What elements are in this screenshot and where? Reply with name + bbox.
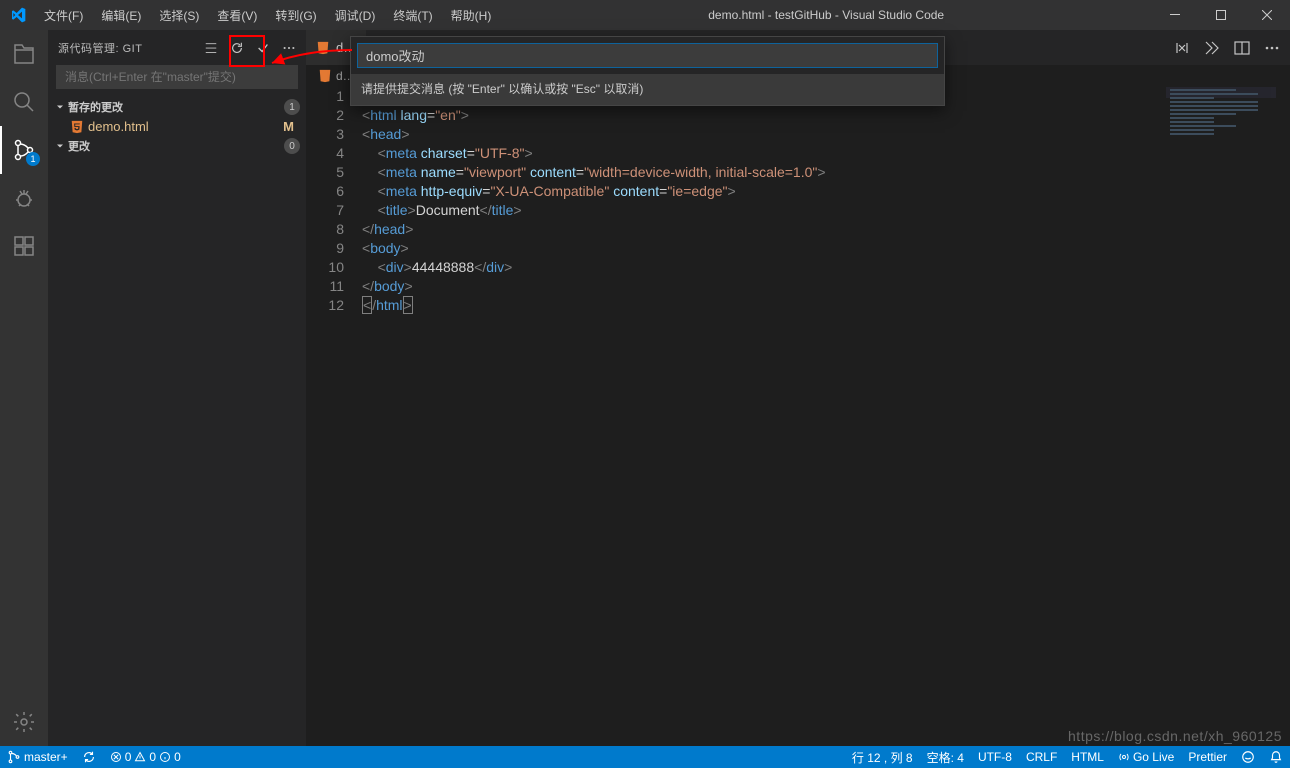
status-feedback-icon[interactable] xyxy=(1234,746,1262,768)
scm-title: 源代码管理: GIT xyxy=(58,40,204,56)
scm-badge: 1 xyxy=(26,152,40,166)
status-eol[interactable]: CRLF xyxy=(1019,746,1064,768)
more-actions-icon[interactable] xyxy=(1264,40,1280,56)
status-ln-col[interactable]: 行 12 , 列 8 xyxy=(845,746,920,768)
titlebar: 文件(F) 编辑(E) 选择(S) 查看(V) 转到(G) 调试(D) 终端(T… xyxy=(0,0,1290,30)
activity-extensions[interactable] xyxy=(0,222,48,270)
status-prettier[interactable]: Prettier xyxy=(1181,746,1234,768)
menu-terminal[interactable]: 终端(T) xyxy=(384,0,441,30)
html-file-icon xyxy=(318,69,332,83)
menu-selection[interactable]: 选择(S) xyxy=(150,0,208,30)
html-file-icon xyxy=(316,41,330,55)
html-file-icon xyxy=(70,120,88,134)
staged-file-item[interactable]: demo.html M xyxy=(48,117,306,136)
activity-explorer[interactable] xyxy=(0,30,48,78)
changes-label: 更改 xyxy=(68,138,90,154)
activity-search[interactable] xyxy=(0,78,48,126)
menu-edit[interactable]: 编辑(E) xyxy=(92,0,150,30)
staged-file-name: demo.html xyxy=(88,119,283,134)
minimize-button[interactable] xyxy=(1152,0,1198,30)
menu-file[interactable]: 文件(F) xyxy=(35,0,92,30)
scm-sidebar: 源代码管理: GIT 暂存的更改 1 demo.html M 更改 0 xyxy=(48,30,306,746)
editor-area: d… d… 123456789101112 <!DOCTYPE html><ht… xyxy=(306,30,1290,746)
status-language[interactable]: HTML xyxy=(1064,746,1111,768)
menu-go[interactable]: 转到(G) xyxy=(266,0,325,30)
commit-quick-input-field[interactable] xyxy=(357,43,938,68)
scm-refresh-icon[interactable] xyxy=(230,41,244,55)
status-bar: master+ 0 0 0 行 12 , 列 8 空格: 4 UTF-8 CRL… xyxy=(0,746,1290,768)
changes-count: 0 xyxy=(284,138,300,154)
activity-scm[interactable]: 1 xyxy=(0,126,48,174)
status-spaces[interactable]: 空格: 4 xyxy=(920,746,971,768)
split-editor-icon[interactable] xyxy=(1234,40,1250,56)
editor-tab-actions xyxy=(1164,30,1290,65)
window-title: demo.html - testGitHub - Visual Studio C… xyxy=(500,8,1152,22)
staged-file-status: M xyxy=(283,119,300,134)
chevron-down-icon xyxy=(54,101,68,113)
commit-quick-input-hint: 请提供提交消息 (按 "Enter" 以确认或按 "Esc" 以取消) xyxy=(351,74,944,105)
status-branch[interactable]: master+ xyxy=(0,746,75,768)
staged-changes-section[interactable]: 暂存的更改 1 xyxy=(48,97,306,117)
minimap[interactable] xyxy=(1166,87,1276,167)
maximize-button[interactable] xyxy=(1198,0,1244,30)
menu-bar: 文件(F) 编辑(E) 选择(S) 查看(V) 转到(G) 调试(D) 终端(T… xyxy=(35,0,500,30)
scm-commit-icon[interactable] xyxy=(256,41,270,55)
scm-more-icon[interactable] xyxy=(282,41,296,55)
chevron-down-icon xyxy=(54,140,68,152)
code-content[interactable]: <!DOCTYPE html><html lang="en"><head> <m… xyxy=(362,87,1290,746)
close-button[interactable] xyxy=(1244,0,1290,30)
line-numbers: 123456789101112 xyxy=(306,87,362,746)
status-golive[interactable]: Go Live xyxy=(1111,746,1181,768)
compare-icon[interactable] xyxy=(1174,40,1190,56)
activity-debug[interactable] xyxy=(0,174,48,222)
menu-help[interactable]: 帮助(H) xyxy=(442,0,501,30)
status-bell-icon[interactable] xyxy=(1262,746,1290,768)
code-editor[interactable]: 123456789101112 <!DOCTYPE html><html lan… xyxy=(306,87,1290,746)
status-sync[interactable] xyxy=(75,746,103,768)
status-encoding[interactable]: UTF-8 xyxy=(971,746,1019,768)
window-controls xyxy=(1152,0,1290,30)
activity-bar: 1 xyxy=(0,30,48,746)
vscode-logo-icon xyxy=(0,7,35,23)
scm-header: 源代码管理: GIT xyxy=(48,30,306,65)
menu-debug[interactable]: 调试(D) xyxy=(326,0,385,30)
activity-settings[interactable] xyxy=(0,698,48,746)
changes-section[interactable]: 更改 0 xyxy=(48,136,306,156)
scm-view-as-tree-icon[interactable] xyxy=(204,41,218,55)
commit-message-input[interactable] xyxy=(56,65,298,89)
staged-label: 暂存的更改 xyxy=(68,99,123,115)
menu-view[interactable]: 查看(V) xyxy=(208,0,266,30)
open-changes-icon[interactable] xyxy=(1204,40,1220,56)
status-problems[interactable]: 0 0 0 xyxy=(103,746,188,768)
staged-count: 1 xyxy=(284,99,300,115)
commit-quick-input: 请提供提交消息 (按 "Enter" 以确认或按 "Esc" 以取消) xyxy=(350,36,945,106)
